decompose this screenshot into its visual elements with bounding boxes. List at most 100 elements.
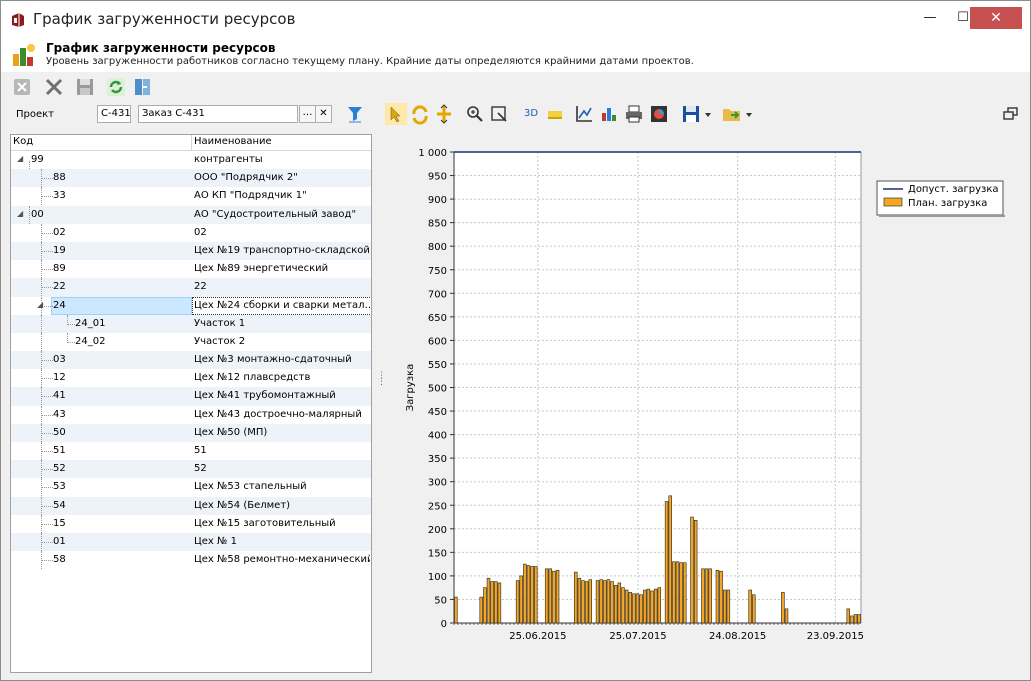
tree-row-code: 00: [31, 208, 44, 220]
move-icon[interactable]: [433, 103, 455, 125]
project-browse-button[interactable]: …: [299, 105, 316, 123]
main-toolbar: [1, 72, 1030, 102]
cancel-icon[interactable]: [11, 76, 33, 98]
tree-row[interactable]: 03 Цех №3 монтажно-сдаточный: [11, 351, 371, 370]
resource-tree[interactable]: Код Наименование ◢ 99 контрагенты 88 ООО "По…: [10, 134, 372, 673]
project-name-field[interactable]: Заказ С-431: [138, 105, 298, 123]
chart-type-icon[interactable]: [598, 103, 620, 125]
tree-row[interactable]: 24_02 Участок 2: [11, 332, 371, 351]
tree-row-name: Цех №53 стапельный: [194, 481, 307, 493]
workload-bar: [523, 563, 527, 624]
tree-row[interactable]: 58 Цех №58 ремонтно-механический: [11, 551, 371, 570]
workload-bar: [621, 587, 625, 624]
workload-bar: [530, 566, 534, 624]
tree-row[interactable]: 51 51: [11, 442, 371, 460]
workload-bar: [708, 568, 712, 624]
save-dropdown-icon[interactable]: [703, 103, 713, 125]
tree-row[interactable]: ◢ 24 Цех №24 сборки и сварки метал…: [11, 296, 371, 315]
axis-settings-icon[interactable]: [573, 103, 595, 125]
tree-row[interactable]: 89 Цех №89 энергетический: [11, 260, 371, 279]
restore-panel-icon[interactable]: [1000, 103, 1022, 125]
export-icon[interactable]: [132, 76, 154, 98]
highlight-icon[interactable]: [544, 103, 566, 125]
tree-row-name: Цех №3 монтажно-сдаточный: [194, 354, 352, 366]
x-tick-label: 24.08.2015: [709, 631, 766, 642]
workload-bar: [635, 593, 640, 624]
workload-bar: [599, 579, 603, 624]
zoom-icon[interactable]: [464, 103, 486, 125]
app-icon: [12, 13, 24, 27]
tree-row[interactable]: 41 Цех №41 трубомонтажный: [11, 387, 371, 406]
workload-bar: [454, 596, 458, 624]
y-tick-label: 250: [428, 501, 447, 512]
tree-row-name: контрагенты: [194, 154, 263, 165]
tree-row[interactable]: 19 Цех №19 транспортно-складской: [11, 241, 371, 261]
tree-row-code: 52: [53, 463, 66, 475]
project-code-field[interactable]: С-431: [97, 105, 131, 123]
pointer-icon[interactable]: [385, 103, 407, 125]
refresh-icon[interactable]: [105, 76, 127, 98]
tree-row-name: Цех №50 (МП): [194, 426, 268, 438]
workload-bar: [574, 571, 578, 624]
tree-row[interactable]: 52 52: [11, 460, 371, 479]
column-header-code[interactable]: Код: [13, 136, 33, 147]
tree-row[interactable]: 12 Цех №12 плавсредств: [11, 369, 371, 388]
tree-row-name: Цех №41 трубомонтажный: [194, 390, 336, 402]
tree-row[interactable]: 53 Цех №53 стапельный: [11, 478, 371, 497]
rotate-icon[interactable]: [409, 103, 431, 125]
tree-row-code: 51: [53, 445, 66, 456]
3d-toggle-button[interactable]: 3D: [520, 103, 542, 125]
window-title: График загруженности ресурсов: [33, 10, 296, 28]
expand-toggle-icon[interactable]: ◢: [17, 154, 23, 163]
resource-chart-icon: [13, 44, 35, 66]
chart-toolbar: 3D: [383, 101, 1024, 127]
y-tick-label: 0: [441, 619, 447, 630]
print-icon[interactable]: [623, 103, 645, 125]
filter-icon[interactable]: [344, 103, 366, 125]
tree-row-name: 22: [194, 281, 207, 293]
tree-row[interactable]: 24_01 Участок 1: [11, 314, 371, 333]
workload-bar: [632, 593, 636, 624]
panel-splitter[interactable]: ⋮ ⋮: [377, 372, 386, 393]
tree-row[interactable]: ◢ 99 контрагенты: [11, 151, 371, 169]
workload-bar: [850, 615, 854, 624]
minimize-button[interactable]: —: [914, 7, 946, 29]
workload-bar: [726, 589, 731, 624]
x-tick-label: 25.06.2015: [509, 631, 566, 642]
project-clear-button[interactable]: ✕: [315, 105, 332, 123]
tree-row[interactable]: 43 Цех №43 достроечно-малярный: [11, 405, 371, 424]
workload-bar: [748, 589, 752, 624]
chart-area[interactable]: 0 50 100 150 200 250 300 350 400 450 500 550 600 650 7…: [386, 127, 1022, 671]
save-icon[interactable]: [74, 76, 96, 98]
tree-row[interactable]: 01 Цех № 1: [11, 532, 371, 552]
zoom-window-icon[interactable]: [488, 103, 510, 125]
workload-bar: [639, 594, 643, 624]
workload-bar: [544, 568, 549, 624]
tree-row[interactable]: 88 ООО "Подрядчик 2": [11, 169, 371, 188]
expand-toggle-icon[interactable]: ◢: [37, 300, 43, 309]
tree-row[interactable]: ◢ 00 АО "Судостроительный завод": [11, 205, 371, 224]
workload-bar: [657, 587, 662, 624]
tree-row-code: 89: [53, 263, 66, 275]
open-folder-icon[interactable]: [721, 103, 743, 125]
y-tick-label: 100: [428, 572, 447, 583]
tree-row[interactable]: 50 Цех №50 (МП): [11, 423, 371, 442]
tree-row[interactable]: 02 02: [11, 223, 371, 242]
tree-row-code: 88: [53, 172, 66, 184]
chart-wizard-icon[interactable]: [648, 103, 670, 125]
column-header-name[interactable]: Наименование: [194, 136, 272, 147]
delete-icon[interactable]: [43, 76, 65, 98]
tree-header: Код Наименование: [11, 135, 371, 151]
expand-toggle-icon[interactable]: ◢: [17, 209, 23, 218]
workload-bar: [555, 569, 560, 624]
tree-row[interactable]: 33 АО КП "Подрядчик 1": [11, 187, 371, 206]
tree-row[interactable]: 22 22: [11, 278, 371, 297]
close-button[interactable]: ✕: [970, 7, 1022, 29]
workload-bar: [672, 561, 676, 624]
save-chart-icon[interactable]: [680, 103, 702, 125]
workload-bar: [719, 570, 723, 624]
tree-row[interactable]: 54 Цех №54 (Белмет): [11, 496, 371, 515]
workload-bar: [857, 614, 861, 624]
open-dropdown-icon[interactable]: [744, 103, 754, 125]
tree-row[interactable]: 15 Цех №15 заготовительный: [11, 514, 371, 533]
